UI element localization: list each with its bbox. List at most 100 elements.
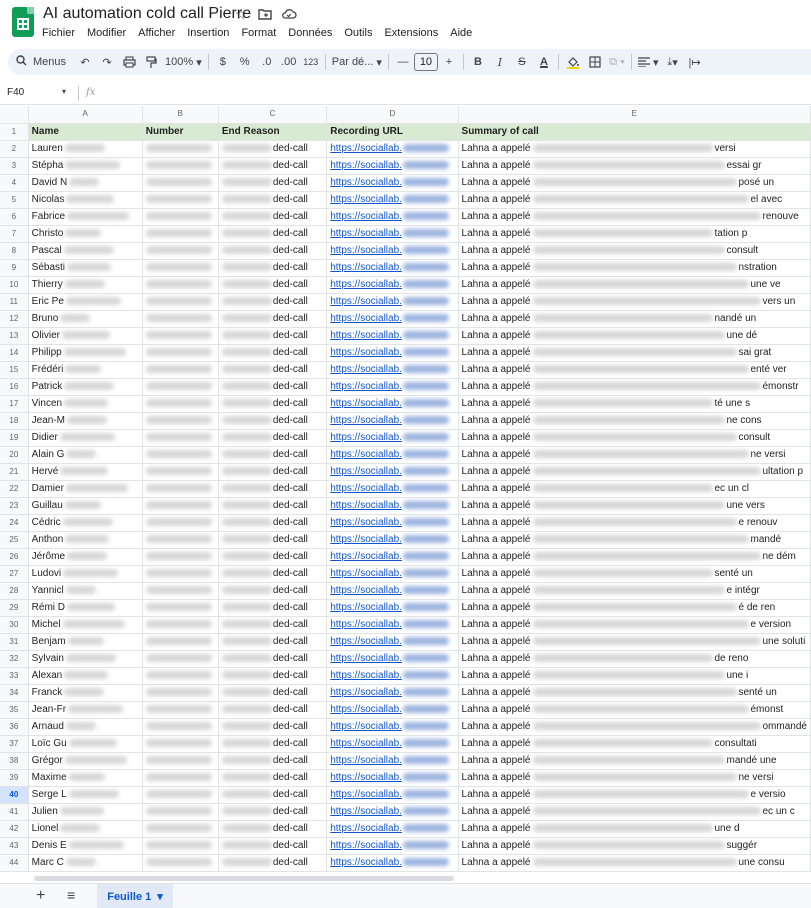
recording-link[interactable]: https://sociallab. (330, 483, 402, 494)
sheet-tab-feuille-1[interactable]: Feuille 1 ▾ (97, 884, 173, 908)
cell-number[interactable] (142, 293, 219, 311)
row-header[interactable]: 39 (0, 769, 29, 787)
cell-summary[interactable]: Lahna a appelé el avec (458, 191, 811, 209)
cell-end-reason[interactable]: ded-call (218, 752, 328, 770)
cell-summary[interactable]: Lahna a appelé émonst (458, 701, 811, 719)
cell-end-reason[interactable]: ded-call (218, 701, 328, 719)
cell-end-reason[interactable]: ded-call (218, 531, 328, 549)
add-sheet-button[interactable]: + (36, 887, 45, 905)
cell-name[interactable]: Franck (28, 684, 143, 702)
row-header[interactable]: 22 (0, 480, 29, 498)
recording-link[interactable]: https://sociallab. (330, 568, 402, 579)
recording-link[interactable]: https://sociallab. (330, 619, 402, 630)
row-header[interactable]: 5 (0, 191, 29, 209)
cell-summary[interactable]: Lahna a appelé ommandé (458, 718, 811, 736)
increase-font-size-button[interactable]: + (438, 51, 460, 73)
cell-end-reason[interactable]: ded-call (218, 582, 328, 600)
cell-number[interactable] (142, 684, 219, 702)
cell-recording-url[interactable]: https://sociallab. (326, 463, 459, 481)
row-header[interactable]: 37 (0, 735, 29, 753)
cell-number[interactable] (142, 769, 219, 787)
cell-name[interactable]: Benjam (28, 633, 143, 651)
cell-name[interactable]: Guillau (28, 497, 143, 515)
cell-number[interactable] (142, 174, 219, 192)
cell-number[interactable] (142, 565, 219, 583)
cell-name[interactable]: Lionel (28, 820, 143, 838)
cell-summary[interactable]: Lahna a appelé e renouv (458, 514, 811, 532)
cell-end-reason[interactable]: ded-call (218, 616, 328, 634)
recording-link[interactable]: https://sociallab. (330, 466, 402, 477)
cell-summary[interactable]: Lahna a appelé une d (458, 820, 811, 838)
cell-summary[interactable]: Lahna a appelé une soluti (458, 633, 811, 651)
menu-afficher[interactable]: Afficher (132, 26, 181, 40)
cell-end-reason[interactable]: ded-call (218, 633, 328, 651)
cell-end-reason[interactable]: ded-call (218, 718, 328, 736)
cell-recording-url[interactable]: https://sociallab. (326, 735, 459, 753)
cell-number[interactable] (142, 310, 219, 328)
cell-summary[interactable]: Lahna a appelé une ve (458, 276, 811, 294)
font-select[interactable]: Par dé... ▾ (329, 51, 385, 73)
header-cell-name[interactable]: Name (28, 123, 143, 141)
recording-link[interactable]: https://sociallab. (330, 313, 402, 324)
recording-link[interactable]: https://sociallab. (330, 228, 402, 239)
cell-name[interactable]: Ludovi (28, 565, 143, 583)
row-header[interactable]: 15 (0, 361, 29, 379)
cell-name[interactable]: Hervé (28, 463, 143, 481)
cell-recording-url[interactable]: https://sociallab. (326, 480, 459, 498)
cell-recording-url[interactable]: https://sociallab. (326, 140, 459, 158)
cell-summary[interactable]: Lahna a appelé ec un c (458, 803, 811, 821)
recording-link[interactable]: https://sociallab. (330, 534, 402, 545)
recording-link[interactable]: https://sociallab. (330, 262, 402, 273)
cell-summary[interactable]: Lahna a appelé e versio (458, 786, 811, 804)
cell-summary[interactable]: Lahna a appelé ne versi (458, 769, 811, 787)
cell-end-reason[interactable]: ded-call (218, 140, 328, 158)
cell-end-reason[interactable]: ded-call (218, 803, 328, 821)
cell-name[interactable]: Julien (28, 803, 143, 821)
cell-number[interactable] (142, 854, 219, 872)
sheets-logo-icon[interactable] (12, 7, 34, 37)
cell-name[interactable]: Eric Pe (28, 293, 143, 311)
row-header[interactable]: 31 (0, 633, 29, 651)
recording-link[interactable]: https://sociallab. (330, 517, 402, 528)
cell-name[interactable]: Michel (28, 616, 143, 634)
fill-color-icon[interactable] (562, 51, 584, 73)
cell-summary[interactable]: Lahna a appelé ne cons (458, 412, 811, 430)
row-header[interactable]: 32 (0, 650, 29, 668)
cell-name[interactable]: Olivier (28, 327, 143, 345)
bold-icon[interactable]: B (467, 51, 489, 73)
cell-number[interactable] (142, 259, 219, 277)
recording-link[interactable]: https://sociallab. (330, 840, 402, 851)
cell-end-reason[interactable]: ded-call (218, 480, 328, 498)
recording-link[interactable]: https://sociallab. (330, 398, 402, 409)
cell-recording-url[interactable]: https://sociallab. (326, 310, 459, 328)
row-header[interactable]: 27 (0, 565, 29, 583)
cell-summary[interactable]: Lahna a appelé renouve (458, 208, 811, 226)
recording-link[interactable]: https://sociallab. (330, 551, 402, 562)
cell-summary[interactable]: Lahna a appelé vers un (458, 293, 811, 311)
increase-decimals-button[interactable]: .00 (278, 51, 300, 73)
cell-number[interactable] (142, 701, 219, 719)
menu-extensions[interactable]: Extensions (378, 26, 444, 40)
cell-end-reason[interactable]: ded-call (218, 463, 328, 481)
row-header[interactable]: 25 (0, 531, 29, 549)
cell-recording-url[interactable]: https://sociallab. (326, 531, 459, 549)
cell-number[interactable] (142, 480, 219, 498)
row-header[interactable]: 36 (0, 718, 29, 736)
cell-end-reason[interactable]: ded-call (218, 259, 328, 277)
cell-recording-url[interactable]: https://sociallab. (326, 157, 459, 175)
currency-format-button[interactable]: $ (212, 51, 234, 73)
cell-recording-url[interactable]: https://sociallab. (326, 514, 459, 532)
cell-name[interactable]: Marc C (28, 854, 143, 872)
recording-link[interactable]: https://sociallab. (330, 789, 402, 800)
row-header[interactable]: 43 (0, 837, 29, 855)
recording-link[interactable]: https://sociallab. (330, 823, 402, 834)
cell-number[interactable] (142, 837, 219, 855)
row-header[interactable]: 8 (0, 242, 29, 260)
cell-summary[interactable]: Lahna a appelé une dé (458, 327, 811, 345)
cell-name[interactable]: Denis E (28, 837, 143, 855)
number-format-button[interactable]: 123 (300, 51, 322, 73)
row-header[interactable]: 38 (0, 752, 29, 770)
cell-number[interactable] (142, 718, 219, 736)
cell-end-reason[interactable]: ded-call (218, 837, 328, 855)
row-header[interactable]: 33 (0, 667, 29, 685)
